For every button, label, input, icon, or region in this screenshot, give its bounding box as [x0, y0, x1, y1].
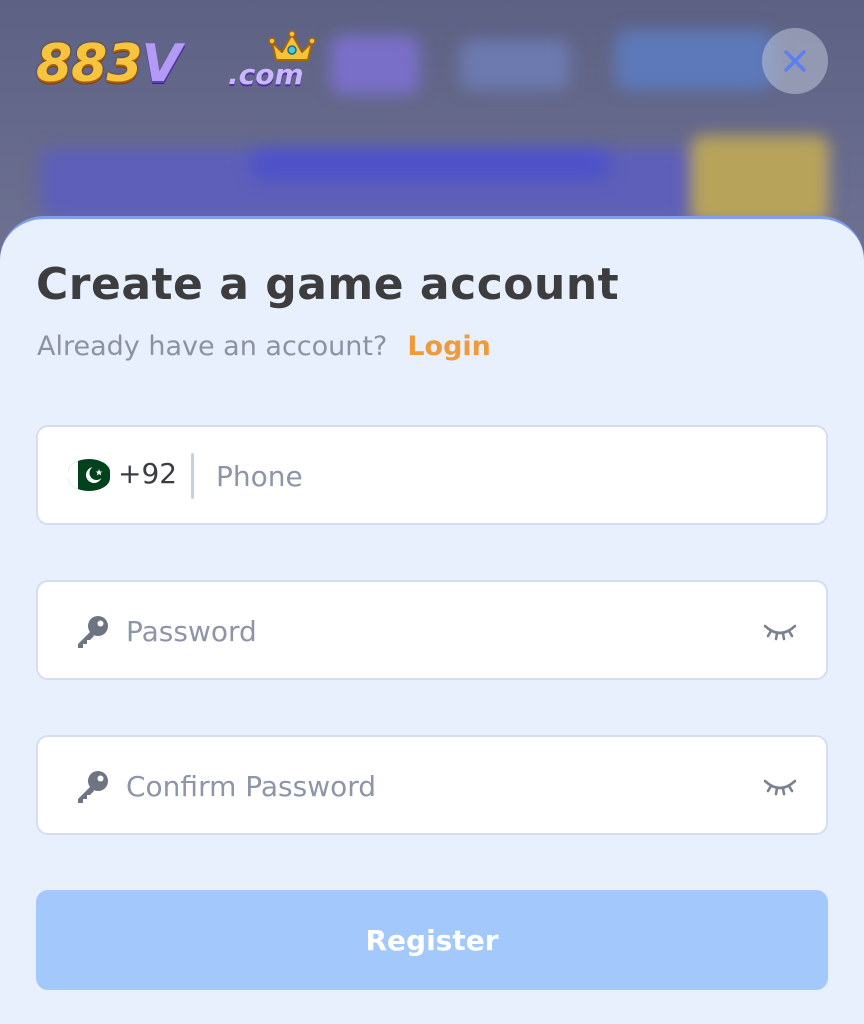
- page-title: Create a game account: [36, 259, 620, 310]
- register-button[interactable]: Register: [36, 890, 828, 990]
- background-blur-shape: [615, 30, 775, 90]
- background-blur-shape: [250, 150, 610, 180]
- close-icon: [784, 50, 806, 72]
- register-sheet: Create a game account Already have an ac…: [0, 216, 864, 1024]
- logo-wordmark: 883V: [36, 34, 182, 94]
- confirm-password-input[interactable]: [126, 763, 726, 809]
- crown-icon: [268, 30, 316, 61]
- pakistan-flag-icon[interactable]: [68, 459, 110, 491]
- close-button[interactable]: [762, 28, 828, 94]
- country-code[interactable]: +92: [118, 457, 177, 490]
- logo-letter: V: [141, 34, 182, 94]
- phone-input[interactable]: [216, 453, 796, 499]
- brand-logo: 883V .com: [36, 30, 316, 94]
- login-prompt-text: Already have an account?: [37, 331, 388, 362]
- logo-number: 883: [36, 34, 143, 94]
- divider: [191, 453, 194, 499]
- password-field[interactable]: [36, 580, 828, 680]
- login-prompt: Already have an account? Login: [37, 331, 491, 362]
- background-blur-shape: [690, 135, 830, 225]
- background-blur-shape: [330, 35, 420, 95]
- key-icon: [78, 771, 108, 803]
- eye-closed-icon[interactable]: [762, 771, 798, 801]
- password-input[interactable]: [126, 608, 726, 654]
- phone-field[interactable]: +92: [36, 425, 828, 525]
- confirm-password-field[interactable]: [36, 735, 828, 835]
- eye-closed-icon[interactable]: [762, 616, 798, 646]
- login-link[interactable]: Login: [407, 331, 491, 362]
- background-blur-shape: [460, 40, 570, 90]
- key-icon: [78, 616, 108, 648]
